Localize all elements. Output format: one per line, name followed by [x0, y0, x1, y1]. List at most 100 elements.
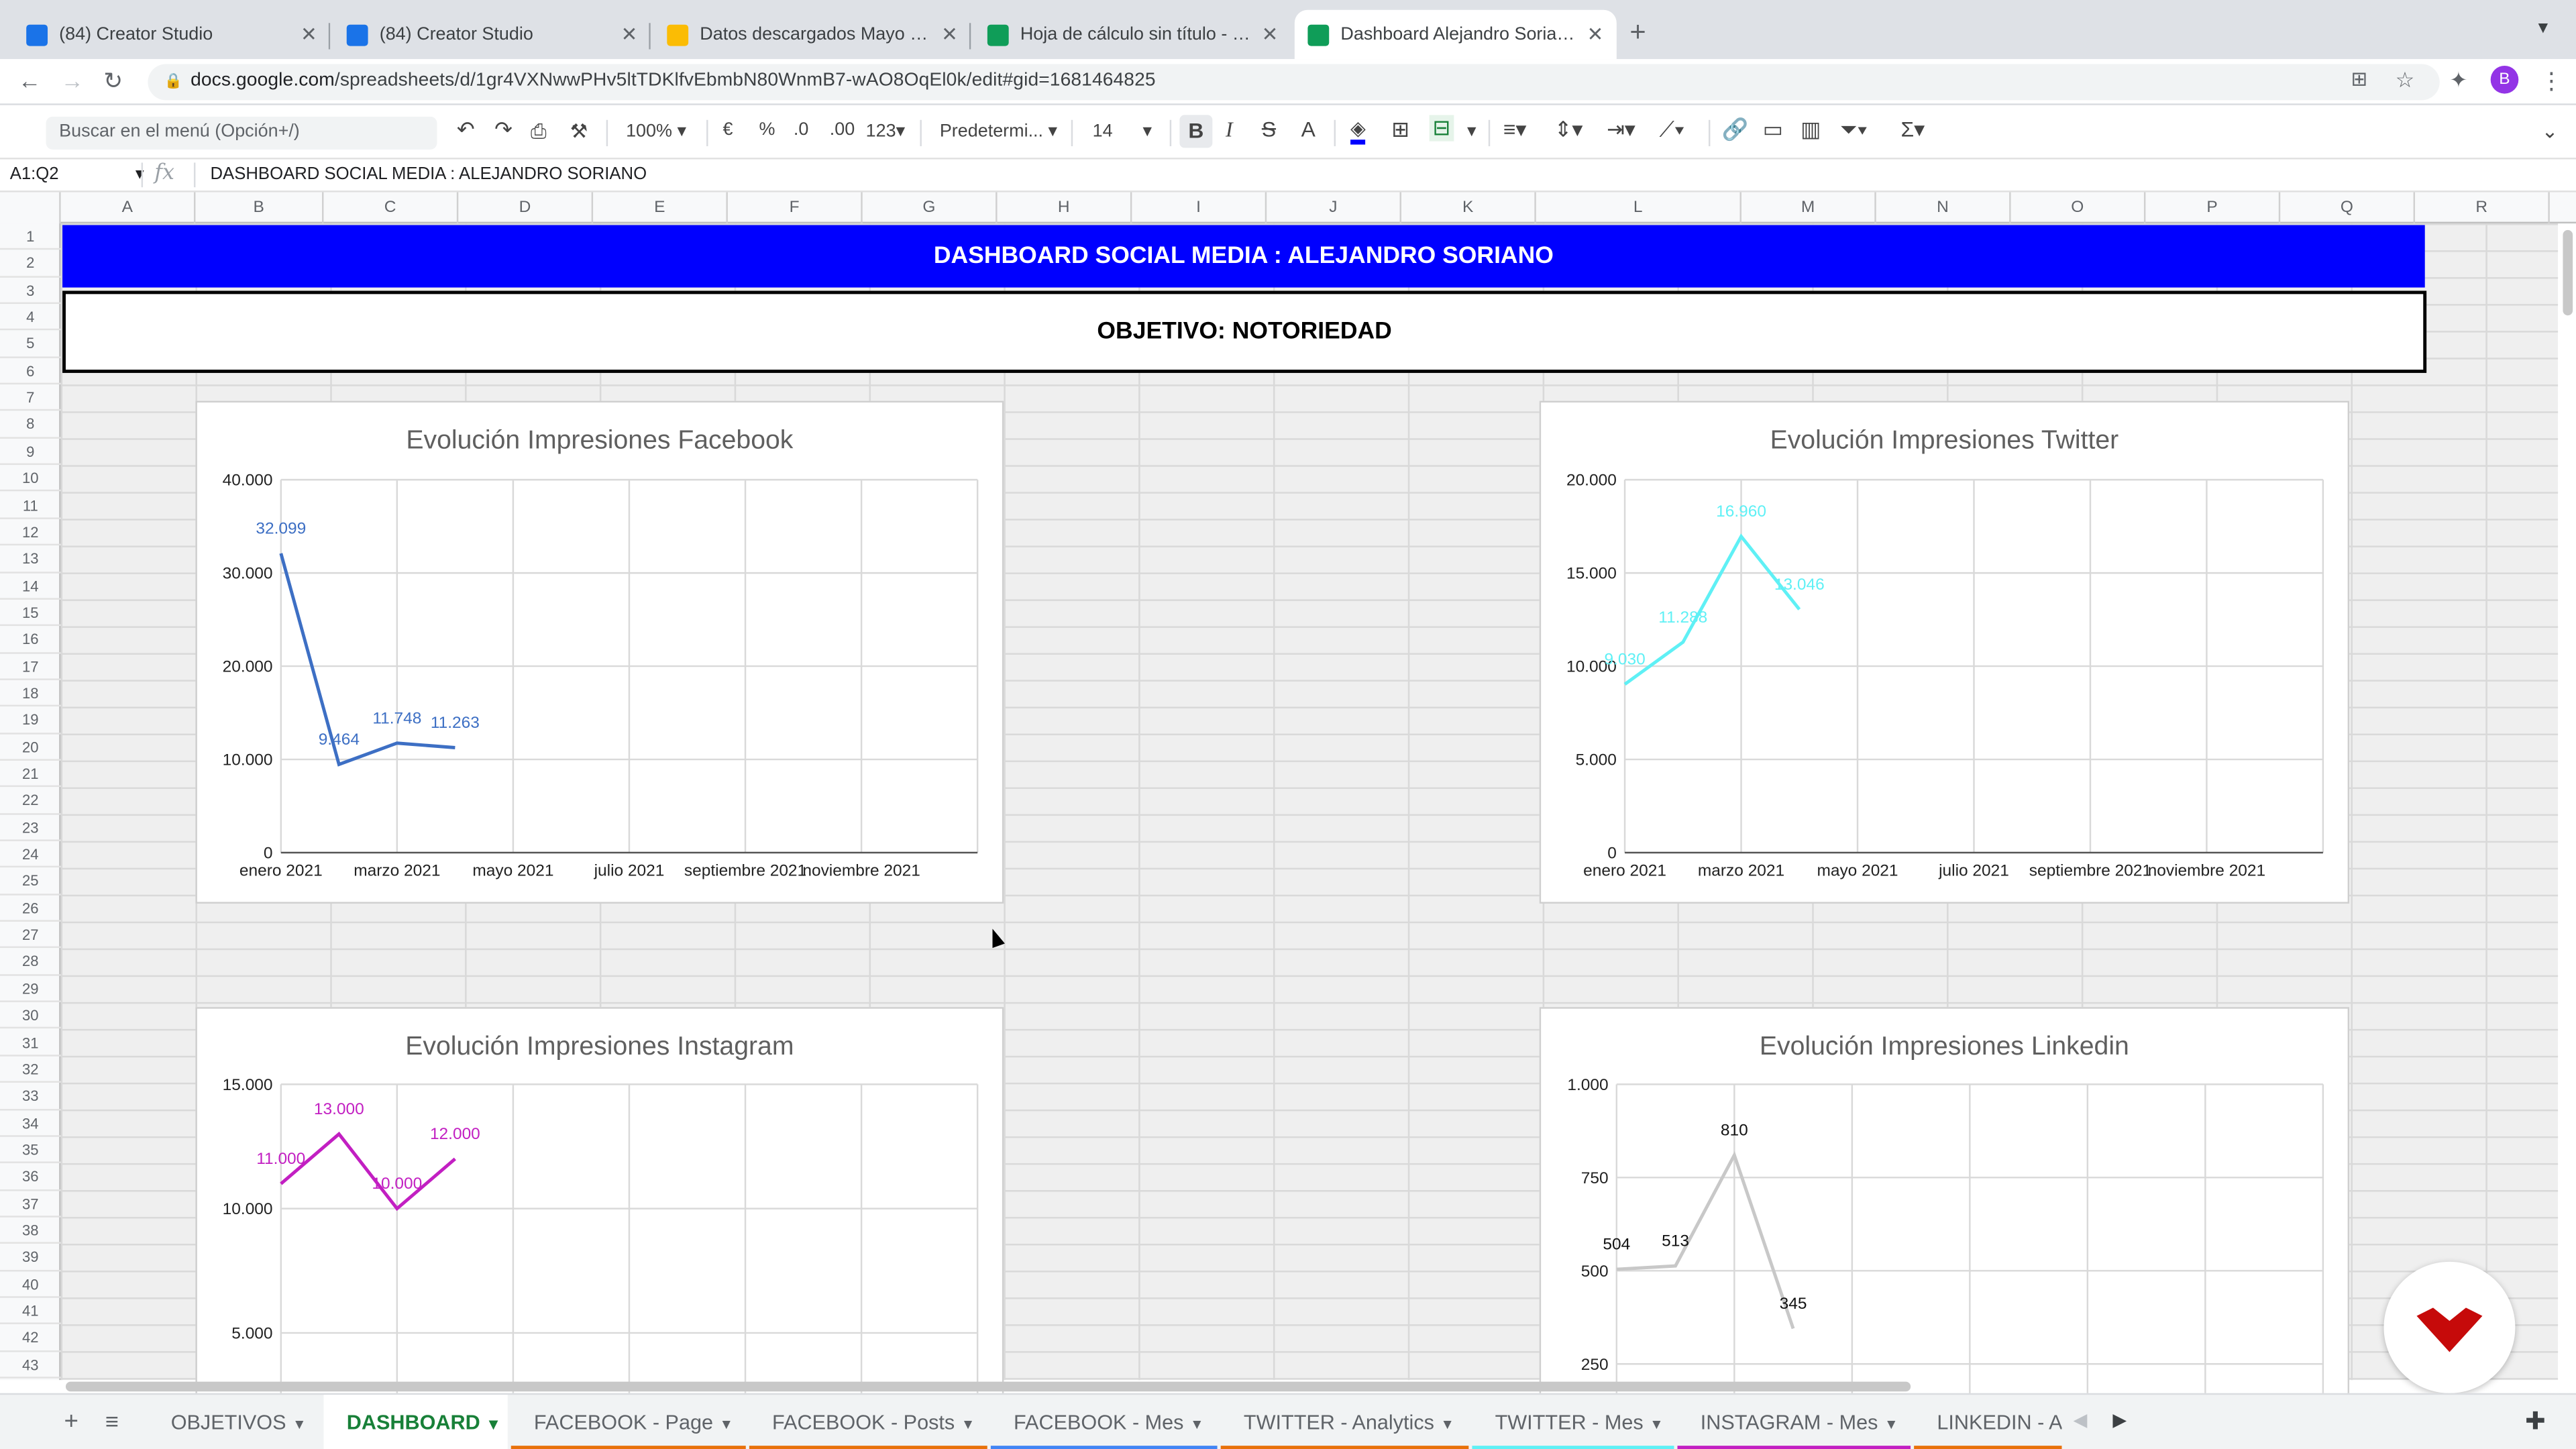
print-icon[interactable]: ⎙: [531, 120, 547, 145]
row-header[interactable]: 27: [0, 922, 61, 949]
font-size-select[interactable]: 14 ▾: [1093, 120, 1152, 141]
row-header[interactable]: 15: [0, 600, 61, 627]
column-header-g[interactable]: G: [863, 192, 998, 224]
column-header-o[interactable]: O: [2011, 192, 2146, 224]
functions-icon[interactable]: Σ▾: [1900, 117, 1925, 143]
row-header[interactable]: 10: [0, 465, 61, 492]
browser-tab[interactable]: Datos descargados Mayo - Go ✕: [654, 10, 971, 59]
horizontal-align-icon[interactable]: ≡▾: [1503, 117, 1527, 143]
font-select[interactable]: Predetermi... ▾: [940, 120, 1057, 141]
text-wrap-icon[interactable]: ⇥▾: [1607, 117, 1635, 143]
row-header[interactable]: 31: [0, 1029, 61, 1057]
tab-search-icon[interactable]: ▼: [2535, 19, 2551, 38]
explore-icon[interactable]: ✚: [2525, 1406, 2546, 1436]
row-header[interactable]: 42: [0, 1325, 61, 1352]
more-formats-button[interactable]: 123▾: [866, 120, 906, 141]
bold-button[interactable]: B: [1179, 115, 1213, 148]
filter-icon[interactable]: ⏷▾: [1840, 117, 1868, 143]
text-color-button[interactable]: A: [1301, 117, 1316, 142]
browser-tab[interactable]: Hoja de cálculo sin título - Hoja ✕: [974, 10, 1291, 59]
row-header[interactable]: 17: [0, 653, 61, 680]
browser-tab[interactable]: (84) Creator Studio ✕: [13, 10, 331, 59]
row-header[interactable]: 1: [0, 223, 61, 251]
browser-tab[interactable]: (84) Creator Studio ✕: [333, 10, 651, 59]
sheet-tab-dropdown-icon[interactable]: ▾: [1434, 1416, 1452, 1434]
row-header[interactable]: 3: [0, 277, 61, 305]
sheet-tab-dropdown-icon[interactable]: ▾: [955, 1416, 972, 1434]
column-header-r[interactable]: R: [2415, 192, 2550, 224]
row-header[interactable]: 37: [0, 1191, 61, 1218]
row-header[interactable]: 4: [0, 304, 61, 331]
bookmark-star-icon[interactable]: ☆: [2396, 67, 2415, 93]
sheet-tab[interactable]: FACEBOOK - Posts ▾: [749, 1395, 987, 1449]
row-header[interactable]: 13: [0, 546, 61, 573]
scroll-tabs-right-icon[interactable]: ▶: [2112, 1409, 2127, 1431]
row-header[interactable]: 25: [0, 868, 61, 896]
borders-icon[interactable]: ⊞: [1391, 117, 1409, 143]
chart-facebook[interactable]: Evolución Impresiones Facebook 0 10.000 20.…: [195, 400, 1004, 904]
row-header[interactable]: 28: [0, 949, 61, 976]
row-header[interactable]: 5: [0, 331, 61, 358]
sheet-tab[interactable]: FACEBOOK - Mes ▾: [990, 1395, 1218, 1449]
row-header[interactable]: 11: [0, 492, 61, 519]
row-header[interactable]: 9: [0, 438, 61, 466]
add-sheet-icon[interactable]: +: [64, 1408, 78, 1436]
italic-button[interactable]: I: [1226, 117, 1233, 143]
scroll-tabs-left-icon[interactable]: ◀: [2074, 1409, 2088, 1431]
formula-input[interactable]: DASHBOARD SOCIAL MEDIA : ALEJANDRO SORIA…: [210, 164, 647, 184]
sheet-tab[interactable]: TWITTER - Mes ▾: [1472, 1395, 1674, 1449]
column-header-e[interactable]: E: [593, 192, 728, 224]
row-header[interactable]: 33: [0, 1083, 61, 1110]
row-header[interactable]: 22: [0, 788, 61, 814]
row-header[interactable]: 39: [0, 1244, 61, 1271]
row-header[interactable]: 35: [0, 1136, 61, 1164]
url-field[interactable]: 🔒 docs.google.com/spreadsheets/d/1gr4VXN…: [148, 64, 2440, 101]
column-header-a[interactable]: A: [61, 192, 196, 224]
close-tab-icon[interactable]: ✕: [1262, 23, 1279, 46]
column-header-f[interactable]: F: [728, 192, 863, 224]
row-header[interactable]: 24: [0, 841, 61, 869]
row-header[interactable]: 7: [0, 384, 61, 412]
row-header[interactable]: 40: [0, 1271, 61, 1298]
column-header-h[interactable]: H: [998, 192, 1132, 224]
strikethrough-button[interactable]: S: [1262, 117, 1276, 142]
chart-twitter[interactable]: Evolución Impresiones Twitter 0 5.000 10.00…: [1539, 400, 2350, 904]
row-header[interactable]: 12: [0, 519, 61, 546]
sheet-tab[interactable]: FACEBOOK - Page ▾: [511, 1395, 746, 1449]
row-header[interactable]: 19: [0, 707, 61, 734]
column-header-l[interactable]: L: [1536, 192, 1741, 224]
chart-instagram[interactable]: Evolución Impresiones Instagram 5.000 10.0…: [195, 1007, 1004, 1403]
name-box[interactable]: A1:Q2 ▾: [10, 164, 144, 184]
row-header[interactable]: 43: [0, 1352, 61, 1379]
close-tab-icon[interactable]: ✕: [301, 23, 317, 46]
zoom-select[interactable]: 100% ▾: [626, 120, 686, 141]
select-all-corner[interactable]: [0, 192, 61, 224]
sheet-tab-dropdown-icon[interactable]: ▾: [286, 1416, 303, 1434]
row-header[interactable]: 23: [0, 814, 61, 841]
redo-icon[interactable]: ↷: [494, 117, 513, 143]
back-arrow-icon[interactable]: ←: [18, 67, 41, 93]
row-header[interactable]: 41: [0, 1298, 61, 1325]
floating-logo-button[interactable]: [2383, 1261, 2516, 1393]
row-header[interactable]: 30: [0, 1002, 61, 1030]
insert-chart-icon[interactable]: ▥: [1801, 117, 1821, 143]
column-header-p[interactable]: P: [2145, 192, 2281, 224]
insert-comment-icon[interactable]: ▭: [1763, 117, 1783, 143]
row-header[interactable]: 36: [0, 1164, 61, 1191]
row-header[interactable]: 14: [0, 573, 61, 600]
extensions-puzzle-icon[interactable]: ✦: [2449, 67, 2467, 93]
sheet-tab[interactable]: OBJETIVOS ▾: [148, 1395, 320, 1449]
sheet-tab-dropdown-icon[interactable]: ▾: [1184, 1416, 1201, 1434]
column-header-j[interactable]: J: [1267, 192, 1401, 224]
row-header[interactable]: 34: [0, 1110, 61, 1137]
column-header-q[interactable]: Q: [2280, 192, 2416, 224]
row-header[interactable]: 8: [0, 411, 61, 439]
row-header[interactable]: 16: [0, 627, 61, 653]
increase-decimal-button[interactable]: .00: [830, 120, 855, 140]
currency-button[interactable]: €: [723, 120, 733, 140]
sheet-tab-dropdown-icon[interactable]: ▾: [1878, 1416, 1895, 1434]
new-tab-button[interactable]: +: [1629, 16, 1646, 49]
sheet-tab[interactable]: LINKEDIN - A ▾: [1914, 1395, 2062, 1449]
sheet-tab-dropdown-icon[interactable]: ▾: [713, 1416, 731, 1434]
vertical-scrollbar[interactable]: [2563, 229, 2573, 316]
